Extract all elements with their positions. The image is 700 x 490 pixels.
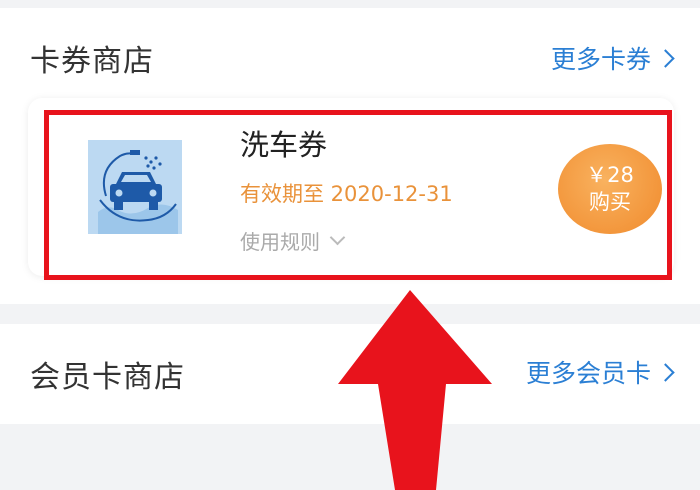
page: 卡券商店 更多卡券 洗车券 有效期至 2020-12-31 使用规则 ￥28 购… — [0, 0, 700, 490]
annotation-highlight-box — [44, 110, 672, 280]
coupon-store-title: 卡券商店 — [30, 44, 154, 79]
member-card-store-section: 会员卡商店 更多会员卡 — [0, 324, 700, 424]
more-member-cards-label: 更多会员卡 — [525, 359, 651, 388]
member-card-store-title: 会员卡商店 — [30, 360, 185, 395]
chevron-right-icon — [656, 48, 675, 68]
chevron-right-icon — [656, 362, 675, 382]
more-coupons-label: 更多卡券 — [550, 45, 651, 74]
more-coupons-link[interactable]: 更多卡券 — [550, 40, 675, 76]
more-member-cards-link[interactable]: 更多会员卡 — [525, 354, 675, 390]
